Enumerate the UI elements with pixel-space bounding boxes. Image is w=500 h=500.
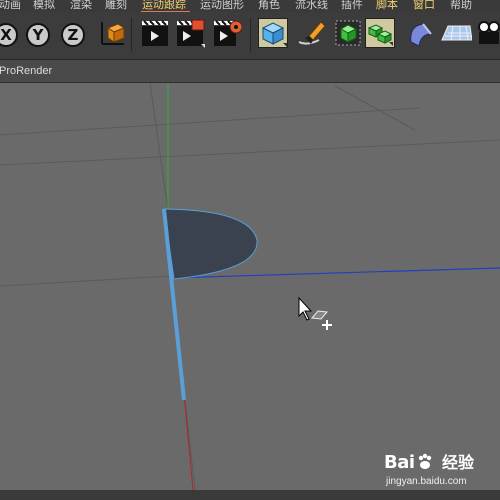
x-axis-lock-button[interactable]: X [0,23,18,47]
watermark-url: jingyan.baidu.com [386,476,467,487]
world-coordinate-button[interactable] [96,18,126,48]
menu-sculpt[interactable]: 雕刻 [105,0,127,12]
floor-icon [441,25,473,41]
baidu-logo-text: Bai [384,452,415,473]
z-axis-lock-button[interactable]: Z [61,23,85,47]
bend-deformer-button[interactable] [405,18,435,48]
coordinate-system-icon [101,22,126,45]
bend-icon [410,23,433,47]
grid-line [334,85,416,131]
viewport-canvas[interactable] [0,83,500,490]
y-axis-lock-button[interactable]: Y [26,23,50,47]
pen-icon [298,21,326,45]
toolbar: X Y Z [0,12,500,60]
menu-plugins[interactable]: 插件 [341,0,363,12]
clapper-gear-icon [214,20,243,46]
perspective-viewport[interactable] [0,83,500,490]
viewport-header: ProRender [0,60,500,83]
menu-simulate[interactable]: 模拟 [33,0,55,12]
menu-script[interactable]: 脚本 [376,0,398,12]
camera-icon [478,21,500,44]
subdivision-surface-button[interactable] [333,18,363,48]
render-view-button[interactable] [140,18,170,48]
half-disc-object [163,208,258,280]
mouse-cursor-icon [298,296,332,330]
grid-line [149,83,169,211]
menu-render[interactable]: 渲染 [70,0,92,12]
grid-line [0,275,171,287]
menu-mograph[interactable]: 运动图形 [200,0,244,12]
array-button[interactable] [365,18,395,48]
grid-line [0,107,421,136]
baidu-logo: Bai [384,452,435,474]
cube-button[interactable] [258,18,288,48]
watermark-chinese: 经验 [442,453,475,472]
grid-line [0,139,500,166]
subdivision-icon [335,20,361,46]
clapper-icon [142,20,168,46]
menu-animation[interactable]: 动画 [0,0,21,12]
viewport-title: ProRender [0,65,53,77]
menu-help[interactable]: 帮助 [450,0,472,12]
baidu-watermark: Bai 经验 jingyan.baidu.com [384,452,494,492]
camera-button[interactable] [476,18,500,48]
floor-button[interactable] [440,18,473,48]
menu-window[interactable]: 窗口 [413,0,435,12]
paw-icon [418,453,431,469]
menu-character[interactable]: 角色 [258,0,280,12]
render-settings-button[interactable] [212,18,243,48]
render-to-picture-viewer-button[interactable] [175,18,205,48]
menu-bar: 动画 模拟 渲染 雕刻 运动跟踪 运动图形 角色 流水线 插件 脚本 窗口 帮助 [0,0,500,12]
pen-button[interactable] [295,18,326,48]
menu-pipeline[interactable]: 流水线 [295,0,328,12]
